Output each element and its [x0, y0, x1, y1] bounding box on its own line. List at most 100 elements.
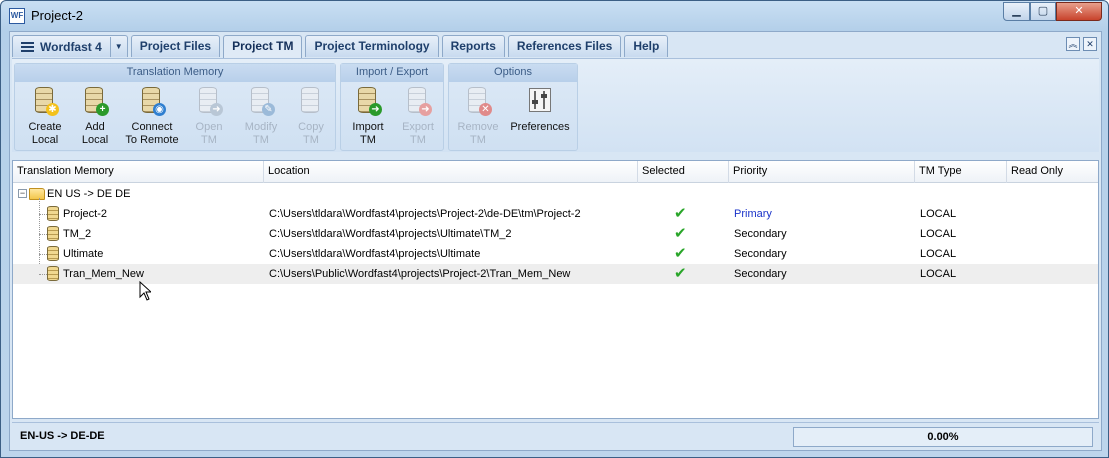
button-label: Preferences [510, 121, 570, 133]
table-header: Translation Memory Location Selected Pri… [13, 161, 1098, 183]
column-header-location[interactable]: Location [264, 161, 638, 183]
mouse-cursor-icon [139, 281, 151, 301]
tm-database-icon [47, 206, 59, 221]
button-label: TM [201, 134, 217, 146]
create-local-button[interactable]: ✱ Create Local [19, 86, 71, 147]
main-panel: Wordfast 4 ▼ Project Files Project TM Pr… [9, 31, 1102, 451]
import-tm-button[interactable]: ➜ Import TM [345, 86, 391, 147]
db-add-icon: + [80, 86, 110, 116]
db-open-icon: ➜ [194, 86, 224, 116]
selected-check-icon[interactable]: ✔ [674, 204, 687, 224]
import-icon: ➜ [353, 86, 383, 116]
collapse-toggle-icon[interactable]: − [18, 189, 27, 198]
table-row[interactable]: Tran_Mem_New C:\Users\Public\Wordfast4\p… [13, 264, 1098, 284]
selected-check-icon[interactable]: ✔ [674, 244, 687, 264]
tab-reports[interactable]: Reports [441, 35, 505, 57]
button-label: Import [352, 121, 384, 133]
group-label: EN US -> DE DE [47, 188, 131, 200]
group-title: Import / Export [341, 64, 443, 82]
button-label: Remove [457, 121, 499, 133]
selected-check-icon[interactable]: ✔ [674, 264, 687, 284]
db-copy-icon [296, 86, 326, 116]
language-pair-status: EN-US -> DE-DE [20, 430, 105, 442]
button-label: Local [31, 134, 59, 146]
export-icon: ➜ [403, 86, 433, 116]
tm-name: TM_2 [63, 228, 92, 240]
button-label: Add [85, 121, 105, 133]
table-row[interactable]: Project-2 C:\Users\tldara\Wordfast4\proj… [13, 204, 1098, 224]
button-label: Open [195, 121, 223, 133]
tm-database-icon [47, 266, 59, 281]
tm-name: Tran_Mem_New [63, 268, 144, 280]
app-window: WF Project-2 ▁ ▢ ✕ Wordfast 4 ▼ Project … [0, 0, 1109, 458]
minimize-button[interactable]: ▁ [1003, 2, 1030, 21]
tm-priority[interactable]: Secondary [734, 244, 787, 264]
tm-type: LOCAL [920, 228, 957, 240]
ribbon: Translation Memory ✱ Create Local + Add … [12, 58, 1099, 152]
title-bar[interactable]: WF Project-2 ▁ ▢ ✕ [1, 1, 1108, 30]
group-title: Options [449, 64, 577, 82]
button-label: TM [360, 134, 376, 146]
chevron-down-icon[interactable]: ▼ [109, 36, 123, 57]
maximize-button[interactable]: ▢ [1030, 2, 1056, 21]
tab-project-terminology[interactable]: Project Terminology [305, 35, 439, 57]
button-label: Connect [131, 121, 173, 133]
tm-priority[interactable]: Secondary [734, 264, 787, 284]
table-row[interactable]: TM_2 C:\Users\tldara\Wordfast4\projects\… [13, 224, 1098, 244]
table-row[interactable]: Ultimate C:\Users\tldara\Wordfast4\proje… [13, 244, 1098, 264]
close-ribbon-icon[interactable]: ✕ [1083, 37, 1097, 51]
button-label: Local [81, 134, 109, 146]
column-header-translation-memory[interactable]: Translation Memory [13, 161, 264, 183]
db-connect-icon: ◉ [137, 86, 167, 116]
ribbon-tabs: Wordfast 4 ▼ Project Files Project TM Pr… [12, 35, 671, 58]
progress-text: 0.00% [927, 431, 959, 443]
button-label: Modify [244, 121, 278, 133]
close-button[interactable]: ✕ [1056, 2, 1102, 21]
group-import-export: Import / Export ➜ Import TM ➜ Export TM [340, 63, 444, 151]
connect-to-remote-button[interactable]: ◉ Connect To Remote [121, 86, 183, 147]
tm-database-icon [47, 246, 59, 261]
tab-wordfast-menu[interactable]: Wordfast 4 ▼ [12, 35, 128, 57]
column-header-read-only[interactable]: Read Only [1007, 161, 1100, 183]
collapse-ribbon-icon[interactable]: ︽ [1066, 37, 1080, 51]
group-options: Options ✕ Remove TM Preferences [448, 63, 578, 151]
button-label: Export [402, 121, 434, 133]
tm-table: Translation Memory Location Selected Pri… [12, 160, 1099, 419]
button-label: To Remote [125, 134, 179, 146]
button-label: TM [253, 134, 269, 146]
tm-priority[interactable]: Primary [734, 204, 772, 224]
tab-label: Wordfast 4 [40, 39, 102, 54]
tm-location: C:\Users\Public\Wordfast4\projects\Proje… [269, 268, 571, 280]
preferences-button[interactable]: Preferences [507, 86, 573, 134]
modify-tm-button[interactable]: ✎ Modify TM [237, 86, 285, 147]
status-bar: EN-US -> DE-DE 0.00% [12, 422, 1099, 450]
group-translation-memory: Translation Memory ✱ Create Local + Add … [14, 63, 336, 151]
button-label: TM [303, 134, 319, 146]
window-title: Project-2 [31, 8, 84, 23]
export-tm-button[interactable]: ➜ Export TM [395, 86, 441, 147]
selected-check-icon[interactable]: ✔ [674, 224, 687, 244]
button-label: Copy [298, 121, 324, 133]
column-header-priority[interactable]: Priority [729, 161, 915, 183]
tm-type: LOCAL [920, 268, 957, 280]
add-local-button[interactable]: + Add Local [71, 86, 119, 147]
button-label: TM [470, 134, 486, 146]
progress-bar: 0.00% [793, 427, 1093, 447]
column-header-tm-type[interactable]: TM Type [915, 161, 1007, 183]
remove-tm-button[interactable]: ✕ Remove TM [453, 86, 503, 147]
db-remove-icon: ✕ [463, 86, 493, 116]
db-create-icon: ✱ [30, 86, 60, 116]
column-header-selected[interactable]: Selected [638, 161, 729, 183]
open-tm-button[interactable]: ➜ Open TM [185, 86, 233, 147]
group-row[interactable]: − EN US -> DE DE [13, 184, 1098, 204]
hamburger-menu-icon [21, 41, 34, 52]
tm-priority[interactable]: Secondary [734, 224, 787, 244]
tab-references-files[interactable]: References Files [507, 35, 622, 57]
copy-tm-button[interactable]: Copy TM [287, 86, 335, 147]
folder-icon [29, 188, 45, 200]
tab-project-tm[interactable]: Project TM [223, 35, 303, 58]
tab-help[interactable]: Help [624, 35, 669, 57]
tab-project-files[interactable]: Project Files [130, 35, 221, 57]
db-modify-icon: ✎ [246, 86, 276, 116]
tm-type: LOCAL [920, 248, 957, 260]
